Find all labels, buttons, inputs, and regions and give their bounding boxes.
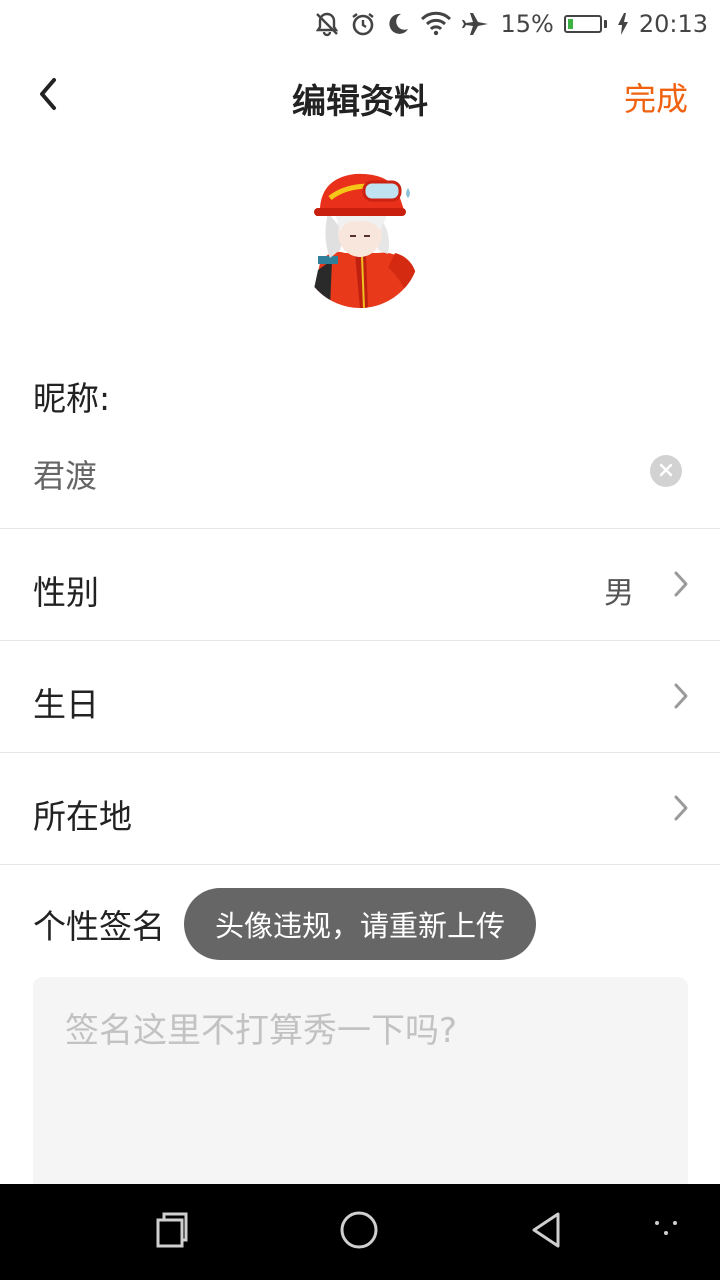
- clear-nickname-button[interactable]: [650, 455, 682, 487]
- divider: [0, 528, 720, 529]
- status-time: 20:13: [638, 10, 708, 38]
- recents-button[interactable]: [148, 1208, 196, 1256]
- divider: [0, 752, 720, 753]
- navigation-bar: [0, 1184, 720, 1280]
- charging-icon: [617, 13, 629, 35]
- back-button[interactable]: [24, 72, 72, 120]
- avatar[interactable]: [300, 158, 424, 310]
- battery-percent: 15%: [500, 10, 554, 38]
- gender-value: 男: [604, 576, 634, 611]
- wifi-icon: [420, 11, 452, 37]
- back-triangle-icon: [526, 1210, 566, 1254]
- more-dots-icon: [651, 1215, 681, 1249]
- birthday-label: 生日: [33, 685, 99, 724]
- divider: [0, 640, 720, 641]
- moon-icon: [386, 12, 410, 36]
- signature-label: 个性签名: [33, 907, 165, 946]
- location-label: 所在地: [33, 797, 132, 836]
- avatar-illustration: [300, 173, 420, 308]
- chevron-left-icon: [36, 76, 60, 116]
- toast-message: 头像违规，请重新上传: [184, 888, 536, 960]
- bell-off-icon: [314, 11, 340, 37]
- gender-label: 性别: [33, 573, 99, 612]
- more-button[interactable]: [642, 1208, 690, 1256]
- page-title: 编辑资料: [292, 82, 428, 122]
- birthday-row[interactable]: 生日: [0, 642, 720, 752]
- nickname-label: 昵称:: [33, 379, 111, 418]
- gender-row[interactable]: 性别 男: [0, 530, 720, 640]
- back-nav-button[interactable]: [522, 1208, 570, 1256]
- home-icon: [338, 1209, 380, 1255]
- alarm-icon: [350, 11, 376, 37]
- header: 编辑资料 完成: [0, 60, 720, 132]
- airplane-icon: [462, 11, 490, 37]
- signature-input[interactable]: [65, 1003, 655, 1183]
- chevron-right-icon: [672, 794, 690, 826]
- status-bar: 15% 20:13: [0, 0, 720, 48]
- chevron-right-icon: [672, 682, 690, 714]
- nickname-input[interactable]: [33, 450, 633, 498]
- recents-icon: [152, 1210, 192, 1254]
- clear-circle-icon: [659, 462, 673, 481]
- battery-icon: [563, 15, 607, 33]
- location-row[interactable]: 所在地: [0, 754, 720, 864]
- done-button[interactable]: 完成: [624, 74, 688, 120]
- divider: [0, 864, 720, 865]
- home-button[interactable]: [335, 1208, 383, 1256]
- signature-box: [33, 977, 688, 1207]
- chevron-right-icon: [672, 570, 690, 602]
